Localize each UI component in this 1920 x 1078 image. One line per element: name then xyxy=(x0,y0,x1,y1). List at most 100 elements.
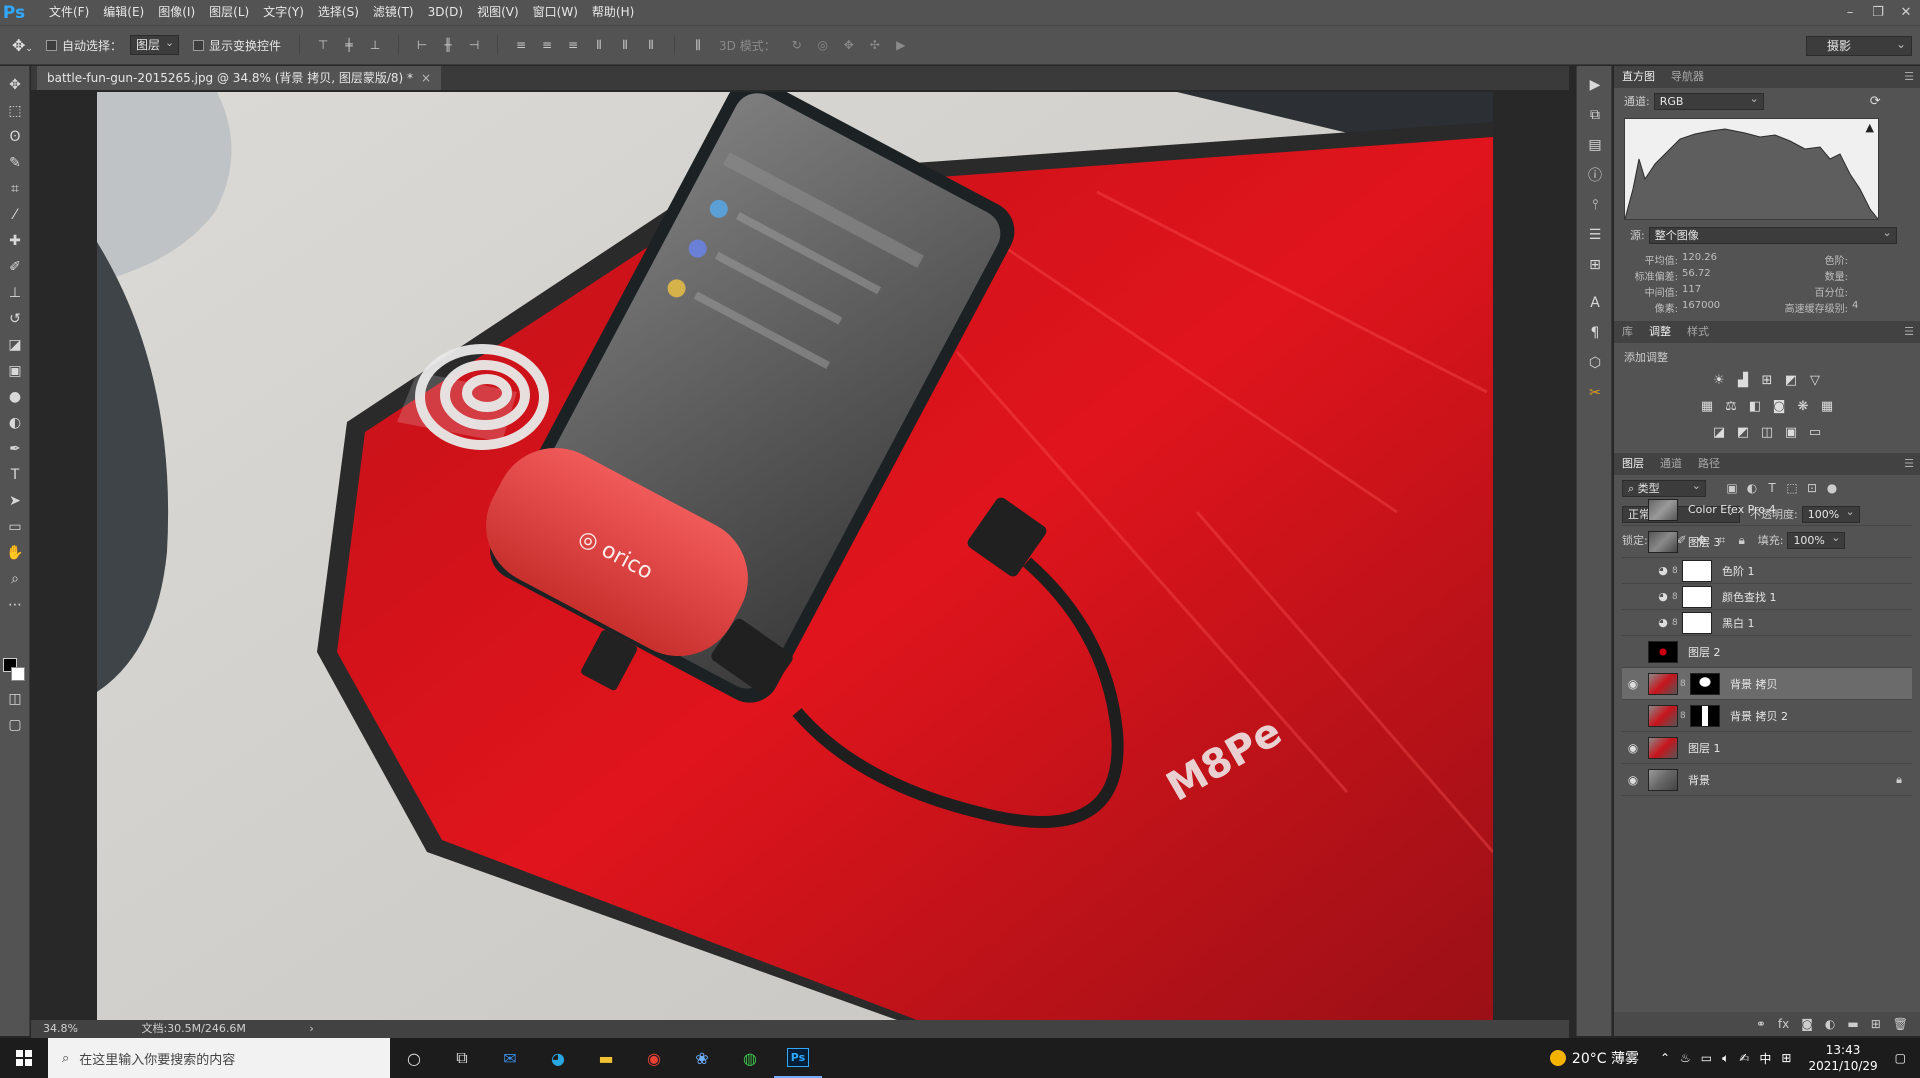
blur-tool-icon[interactable]: ● xyxy=(0,384,30,410)
lock-icon[interactable]: 🔒︎ xyxy=(1896,773,1902,787)
menu-image[interactable]: 图像(I) xyxy=(151,0,202,25)
layer-row[interactable]: ◉ 图层 3 xyxy=(1622,526,1912,558)
distribute-right-icon[interactable]: ⦀ xyxy=(644,38,658,52)
3d-cube-icon[interactable]: ⬡ xyxy=(1577,348,1613,378)
auto-select-checkbox[interactable] xyxy=(46,39,57,51)
wechat-icon[interactable]: ◍ xyxy=(726,1038,774,1078)
filter-adjustment-icon[interactable]: ◐ xyxy=(1745,481,1759,495)
brightness-icon[interactable]: ☀ xyxy=(1711,372,1727,388)
filter-type-icon[interactable]: T xyxy=(1765,481,1779,495)
visibility-icon[interactable]: ◉ xyxy=(1622,709,1644,723)
pen-icon[interactable]: ✍ xyxy=(1739,1051,1749,1065)
hand-tool-icon[interactable]: ✋ xyxy=(0,540,30,566)
more-tools-icon[interactable]: ⋯ xyxy=(0,592,30,618)
layer-row[interactable]: ◉ 8 背景 拷贝 2 xyxy=(1622,700,1912,732)
show-hidden-icons-icon[interactable]: ⌃ xyxy=(1660,1051,1670,1065)
brush-tool-icon[interactable]: ✐ xyxy=(0,254,30,280)
visibility-icon[interactable]: ◉ xyxy=(1622,503,1644,517)
drag-3d-icon[interactable]: ✥ xyxy=(842,38,856,52)
eyedropper-tool-icon[interactable]: ⁄ xyxy=(0,202,30,228)
filter-shape-icon[interactable]: ⬚ xyxy=(1785,481,1799,495)
zoom-level[interactable]: 34.8% xyxy=(43,1022,78,1035)
properties-icon[interactable]: ▤ xyxy=(1577,130,1613,160)
menu-filter[interactable]: 滤镜(T) xyxy=(366,0,421,25)
trash-icon[interactable]: 🗑︎ xyxy=(1893,1017,1908,1031)
character-icon[interactable]: A xyxy=(1577,288,1613,318)
tab-navigator[interactable]: 导航器 xyxy=(1671,66,1704,88)
status-arrow-icon[interactable]: › xyxy=(309,1022,313,1035)
history-icon[interactable]: ⧉ xyxy=(1577,100,1613,130)
type-tool-icon[interactable]: T xyxy=(0,462,30,488)
distribute-top-icon[interactable]: ≡ xyxy=(514,38,528,52)
fx-icon[interactable]: fx xyxy=(1778,1017,1789,1031)
link-icon[interactable]: 8 xyxy=(1672,592,1680,602)
tab-styles[interactable]: 样式 xyxy=(1687,321,1709,343)
vibrance-icon[interactable]: ▽ xyxy=(1807,372,1823,388)
edge-icon[interactable]: ◕ xyxy=(534,1038,582,1078)
eraser-tool-icon[interactable]: ◪ xyxy=(0,332,30,358)
slide-3d-icon[interactable]: ✣ xyxy=(868,38,882,52)
align-hcenter-icon[interactable]: ╫ xyxy=(441,38,455,52)
refresh-icon[interactable]: ⟳ xyxy=(1870,94,1881,109)
visibility-icon[interactable]: ◉ xyxy=(1622,773,1644,787)
link-icon[interactable]: 8 xyxy=(1672,566,1680,576)
network-icon[interactable]: ▭ xyxy=(1701,1051,1712,1065)
adjust-sliders-icon[interactable]: ☰ xyxy=(1577,220,1613,250)
menu-file[interactable]: 文件(F) xyxy=(42,0,96,25)
chrome-icon[interactable]: ◉ xyxy=(630,1038,678,1078)
distribute-hcenter-icon[interactable]: ⦀ xyxy=(618,38,632,52)
visibility-icon[interactable]: ◉ xyxy=(1622,564,1644,578)
tab-histogram[interactable]: 直方图 xyxy=(1622,66,1655,88)
photoshop-taskbar-icon[interactable]: Ps xyxy=(774,1038,822,1078)
brush-settings-icon[interactable]: ⫯ xyxy=(1577,190,1613,220)
layer-row[interactable]: ◉ Color Efex Pro 4 xyxy=(1622,494,1912,526)
menu-help[interactable]: 帮助(H) xyxy=(585,0,641,25)
panel-menu-icon[interactable]: ☰ xyxy=(1904,325,1914,338)
distribute-left-icon[interactable]: ⦀ xyxy=(592,38,606,52)
crop-tool-icon[interactable]: ⌗ xyxy=(0,176,30,202)
windows-start-icon[interactable] xyxy=(0,1038,48,1078)
layer-row[interactable]: ◉ ◕ 8 黑白 1 xyxy=(1622,610,1912,636)
levels-icon[interactable]: ▟ xyxy=(1735,372,1751,388)
posterize-icon[interactable]: ◩ xyxy=(1735,424,1751,440)
tools-preset-icon[interactable]: ✂ xyxy=(1577,378,1613,408)
gradient-tool-icon[interactable]: ▣ xyxy=(0,358,30,384)
align-top-icon[interactable]: ⊤ xyxy=(316,38,330,52)
close-icon[interactable]: ✕ xyxy=(1892,0,1920,25)
volume-icon[interactable]: 🔈︎ xyxy=(1722,1051,1729,1066)
notification-icon[interactable]: ▢ xyxy=(1895,1051,1906,1065)
add-mask-icon[interactable]: ◙ xyxy=(1801,1017,1813,1031)
lasso-tool-icon[interactable]: ʘ xyxy=(0,124,30,150)
file-explorer-icon[interactable]: ▬ xyxy=(582,1038,630,1078)
menu-3d[interactable]: 3D(D) xyxy=(421,0,470,25)
filter-smart-icon[interactable]: ⊡ xyxy=(1805,481,1819,495)
align-right-icon[interactable]: ⊣ xyxy=(467,38,481,52)
workspace-dropdown[interactable]: 摄影 xyxy=(1806,35,1912,56)
shape-tool-icon[interactable]: ▭ xyxy=(0,514,30,540)
paragraph-icon[interactable]: ¶ xyxy=(1577,318,1613,348)
align-bottom-icon[interactable]: ⊥ xyxy=(368,38,382,52)
color-lookup-icon[interactable]: ▦ xyxy=(1819,398,1835,414)
layer-row[interactable]: ◉ 图层 1 xyxy=(1622,732,1912,764)
screen-mode-icon[interactable]: ▢ xyxy=(0,712,30,738)
curves-icon[interactable]: ⊞ xyxy=(1759,372,1775,388)
warning-icon[interactable]: ▲ xyxy=(1866,121,1874,134)
filter-toggle-icon[interactable]: ● xyxy=(1825,481,1839,495)
gradient-map-icon[interactable]: ▭ xyxy=(1807,424,1823,440)
roll-3d-icon[interactable]: ◎ xyxy=(816,38,830,52)
background-color-swatch[interactable] xyxy=(11,667,25,681)
task-view-icon[interactable]: ⧉ xyxy=(438,1038,486,1078)
new-adjustment-icon[interactable]: ◐ xyxy=(1825,1017,1835,1031)
align-vcenter-icon[interactable]: ╪ xyxy=(342,38,356,52)
weather-widget[interactable]: 20°C 薄雾 xyxy=(1549,1048,1639,1068)
source-dropdown[interactable]: 整个图像 xyxy=(1648,225,1897,244)
quick-select-tool-icon[interactable]: ✎ xyxy=(0,150,30,176)
threshold-icon[interactable]: ◫ xyxy=(1759,424,1775,440)
clone-source-icon[interactable]: ⊞ xyxy=(1577,250,1613,280)
document-tab[interactable]: battle-fun-gun-2015265.jpg @ 34.8% (背景 拷… xyxy=(37,66,442,90)
history-brush-tool-icon[interactable]: ↺ xyxy=(0,306,30,332)
app-icon[interactable]: ❀ xyxy=(678,1038,726,1078)
minimize-icon[interactable]: – xyxy=(1836,0,1864,25)
play-icon[interactable]: ▶ xyxy=(1577,70,1613,100)
healing-brush-tool-icon[interactable]: ✚ xyxy=(0,228,30,254)
